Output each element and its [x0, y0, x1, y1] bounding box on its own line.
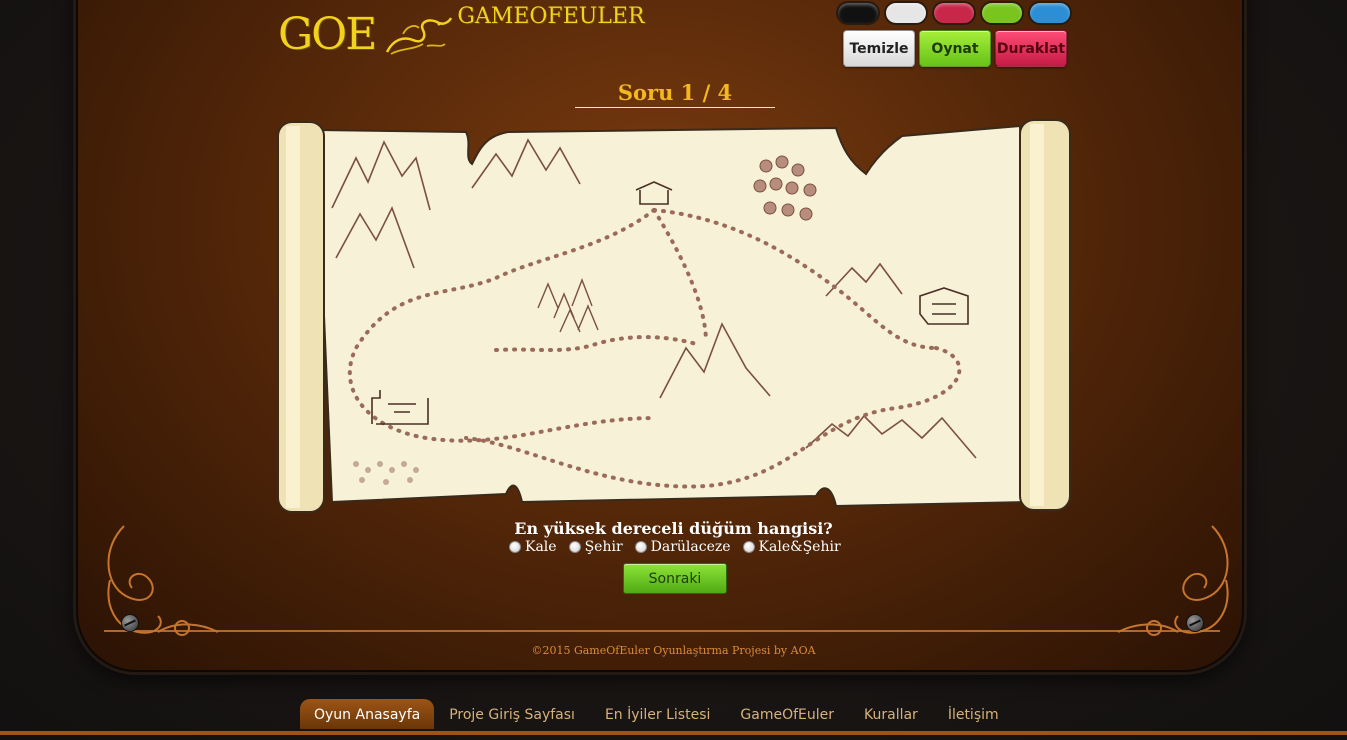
screw-left-icon: [121, 614, 139, 632]
question-counter: Soru 1 / 4: [575, 80, 775, 108]
dragon-icon: [386, 17, 453, 55]
option-label: Kale: [525, 539, 557, 555]
option-darulaceze[interactable]: Darülaceze: [634, 539, 731, 555]
color-swatches: [836, 1, 1072, 25]
swatch-red[interactable]: [932, 1, 976, 25]
swatch-blue[interactable]: [1028, 1, 1072, 25]
option-kale[interactable]: Kale: [509, 539, 557, 555]
parchment-map[interactable]: [276, 118, 1076, 518]
nav-divider: [0, 731, 1347, 735]
bottom-nav: Oyun Anasayfa Proje Giriş Sayfası En İyi…: [300, 699, 1014, 729]
radio-button[interactable]: [634, 541, 647, 553]
radio-button[interactable]: [509, 541, 521, 553]
flourish-right-icon: [1117, 525, 1229, 636]
option-label: Şehir: [584, 539, 623, 555]
option-kale-sehir[interactable]: Kale&Şehir: [742, 539, 841, 555]
option-label: Darülaceze: [650, 539, 731, 555]
frame-divider: [104, 630, 1220, 632]
radio-button[interactable]: [742, 541, 755, 553]
answer-options: Kale Şehir Darülaceze Kale&Şehir: [509, 539, 841, 555]
option-label: Kale&Şehir: [758, 539, 841, 555]
option-sehir[interactable]: Şehir: [568, 539, 623, 555]
pause-button[interactable]: Duraklat: [995, 30, 1067, 67]
question-prompt: En yüksek dereceli düğüm hangisi?: [514, 519, 833, 538]
nav-item-game-home[interactable]: Oyun Anasayfa: [300, 699, 435, 729]
nav-item-rules[interactable]: Kurallar: [849, 699, 933, 729]
clear-button[interactable]: Temizle: [843, 30, 915, 67]
radio-button[interactable]: [568, 541, 581, 553]
screw-right-icon: [1186, 614, 1204, 632]
game-logo[interactable]: GOE GAMEOFEULER: [278, 4, 645, 60]
nav-item-contact[interactable]: İletişim: [933, 699, 1014, 729]
next-button[interactable]: Sonraki: [623, 563, 727, 594]
swatch-green[interactable]: [980, 1, 1024, 25]
logo-name: GAMEOFEULER: [457, 4, 645, 29]
nav-item-project-home[interactable]: Proje Giriş Sayfası: [434, 699, 590, 729]
copyright-text: ©2015 GameOfEuler Oyunlaştırma Projesi b…: [531, 644, 816, 657]
swatch-white[interactable]: [884, 1, 928, 25]
flourish-left-icon: [107, 525, 219, 636]
nav-item-gameofeuler[interactable]: GameOfEuler: [725, 699, 849, 729]
play-button[interactable]: Oynat: [919, 30, 991, 67]
nav-item-leaderboard[interactable]: En İyiler Listesi: [590, 699, 725, 729]
swatch-black[interactable]: [836, 1, 880, 25]
logo-short: GOE: [278, 9, 377, 60]
